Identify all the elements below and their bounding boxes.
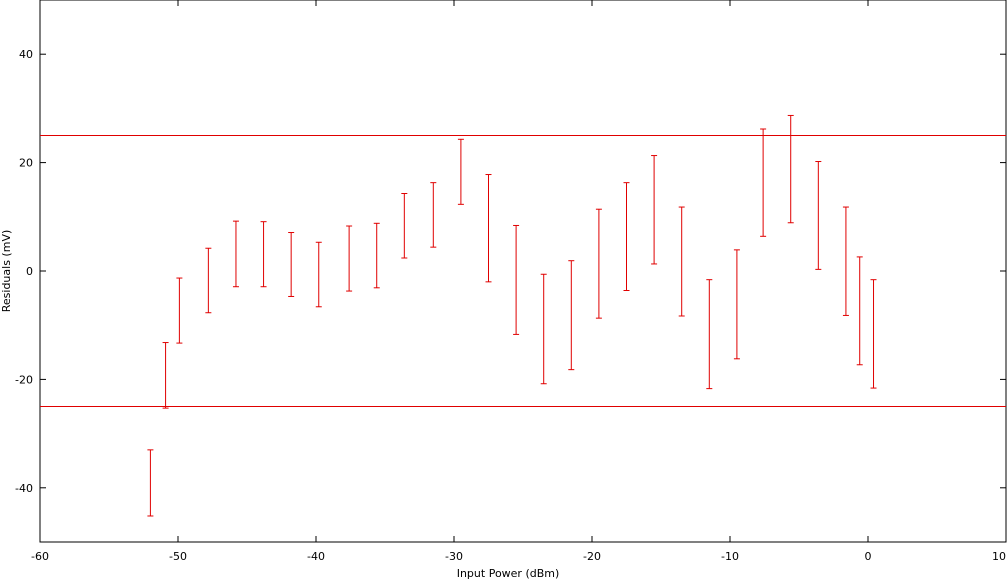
x-tick-label: 0: [865, 550, 872, 563]
y-tick-label: -40: [15, 482, 33, 495]
y-axis-title: Residuals (mV): [0, 230, 13, 313]
error-bar: [623, 182, 630, 292]
x-tick-label: -10: [721, 550, 739, 563]
error-bar: [485, 174, 492, 283]
error-bar: [787, 114, 794, 224]
error-bar: [147, 449, 154, 517]
x-tick-label: -30: [445, 550, 463, 563]
x-tick-label: -40: [307, 550, 325, 563]
x-axis-title: Input Power (dBm): [457, 567, 560, 579]
error-bar: [870, 279, 877, 389]
error-bar: [457, 138, 464, 205]
error-bar: [176, 277, 183, 344]
error-bar: [733, 249, 740, 360]
error-bar: [815, 161, 822, 270]
error-bar: [678, 206, 685, 317]
y-tick-label: 40: [19, 48, 33, 61]
error-bar: [401, 192, 408, 259]
error-bar: [346, 225, 353, 292]
plot-frame: [39, 0, 1007, 543]
error-bar: [651, 155, 658, 265]
error-bar: [315, 241, 322, 308]
x-tick-label: 10: [992, 550, 1006, 563]
error-bar: [595, 208, 602, 319]
x-tick-label: -20: [583, 550, 601, 563]
error-bar: [288, 232, 295, 297]
x-tick-label: -60: [31, 550, 49, 563]
x-tick-label: -50: [169, 550, 187, 563]
error-bar: [260, 221, 267, 288]
data-marks: [40, 114, 1006, 517]
y-tick-label: 20: [19, 157, 33, 170]
y-tick-label: 0: [26, 265, 33, 278]
error-bar: [232, 220, 239, 288]
error-bar: [760, 128, 767, 237]
error-bar: [568, 260, 575, 371]
error-bar: [162, 342, 169, 409]
error-bar: [513, 224, 520, 335]
error-bar: [373, 222, 380, 289]
error-bar: [856, 256, 863, 366]
y-tick-label: -20: [15, 373, 33, 386]
error-bar: [706, 279, 713, 390]
y-tick-labels: -40 -20 0 20 40: [15, 48, 33, 495]
error-bar: [430, 182, 437, 248]
x-tick-labels: -60 -50 -40 -30 -20 -10 0 10: [31, 550, 1006, 563]
error-bar: [540, 273, 547, 385]
residuals-chart: -60 -50 -40 -30 -20 -10 0 10 -40 -20 0 20 40 Input …: [0, 0, 1007, 579]
error-bar: [205, 247, 212, 314]
error-bar: [842, 206, 849, 316]
axis-ticks: [39, 0, 1007, 542]
